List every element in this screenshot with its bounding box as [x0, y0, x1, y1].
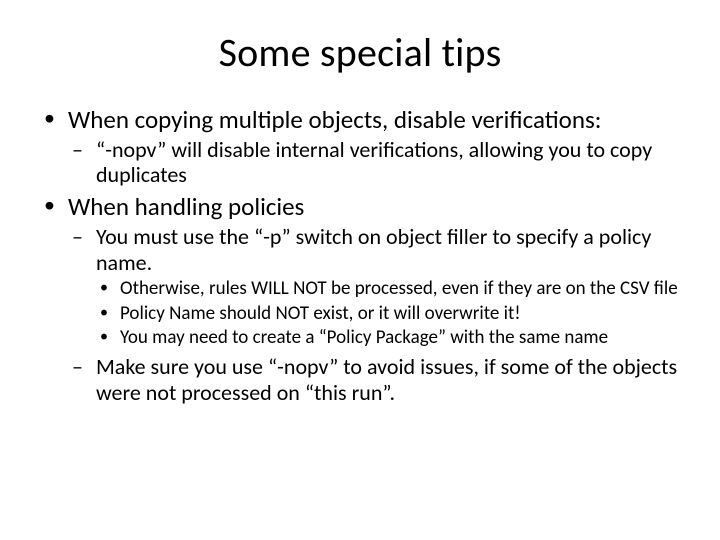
- bullet-text: You must use the “-p” switch on object f…: [96, 223, 651, 276]
- list-item: Policy Name should NOT exist, or it will…: [96, 303, 680, 326]
- bullet-text: Policy Name should NOT exist, or it will…: [120, 302, 521, 325]
- bullet-text: “-nopv” will disable internal verificati…: [96, 136, 652, 189]
- bullet-subsublist: Otherwise, rules WILL NOT be processed, …: [96, 278, 680, 350]
- bullet-text: When copying multiple objects, disable v…: [68, 104, 601, 135]
- list-item: Make sure you use “-nopv” to avoid issue…: [68, 354, 680, 406]
- list-item: Otherwise, rules WILL NOT be processed, …: [96, 278, 680, 301]
- bullet-sublist: “-nopv” will disable internal verificati…: [68, 137, 680, 189]
- bullet-text: You may need to create a “Policy Package…: [120, 326, 608, 349]
- bullet-text: Make sure you use “-nopv” to avoid issue…: [96, 353, 677, 406]
- list-item: “-nopv” will disable internal verificati…: [68, 137, 680, 189]
- list-item: You must use the “-p” switch on object f…: [68, 224, 680, 350]
- list-item: When handling policies You must use the …: [40, 192, 680, 406]
- list-item: When copying multiple objects, disable v…: [40, 105, 680, 188]
- list-item: You may need to create a “Policy Package…: [96, 327, 680, 350]
- bullet-sublist: You must use the “-p” switch on object f…: [68, 224, 680, 406]
- bullet-text: When handling policies: [68, 191, 304, 222]
- slide: Some special tips When copying multiple …: [0, 0, 720, 540]
- bullet-text: Otherwise, rules WILL NOT be processed, …: [120, 277, 678, 300]
- slide-title: Some special tips: [40, 28, 680, 77]
- bullet-list: When copying multiple objects, disable v…: [40, 105, 680, 406]
